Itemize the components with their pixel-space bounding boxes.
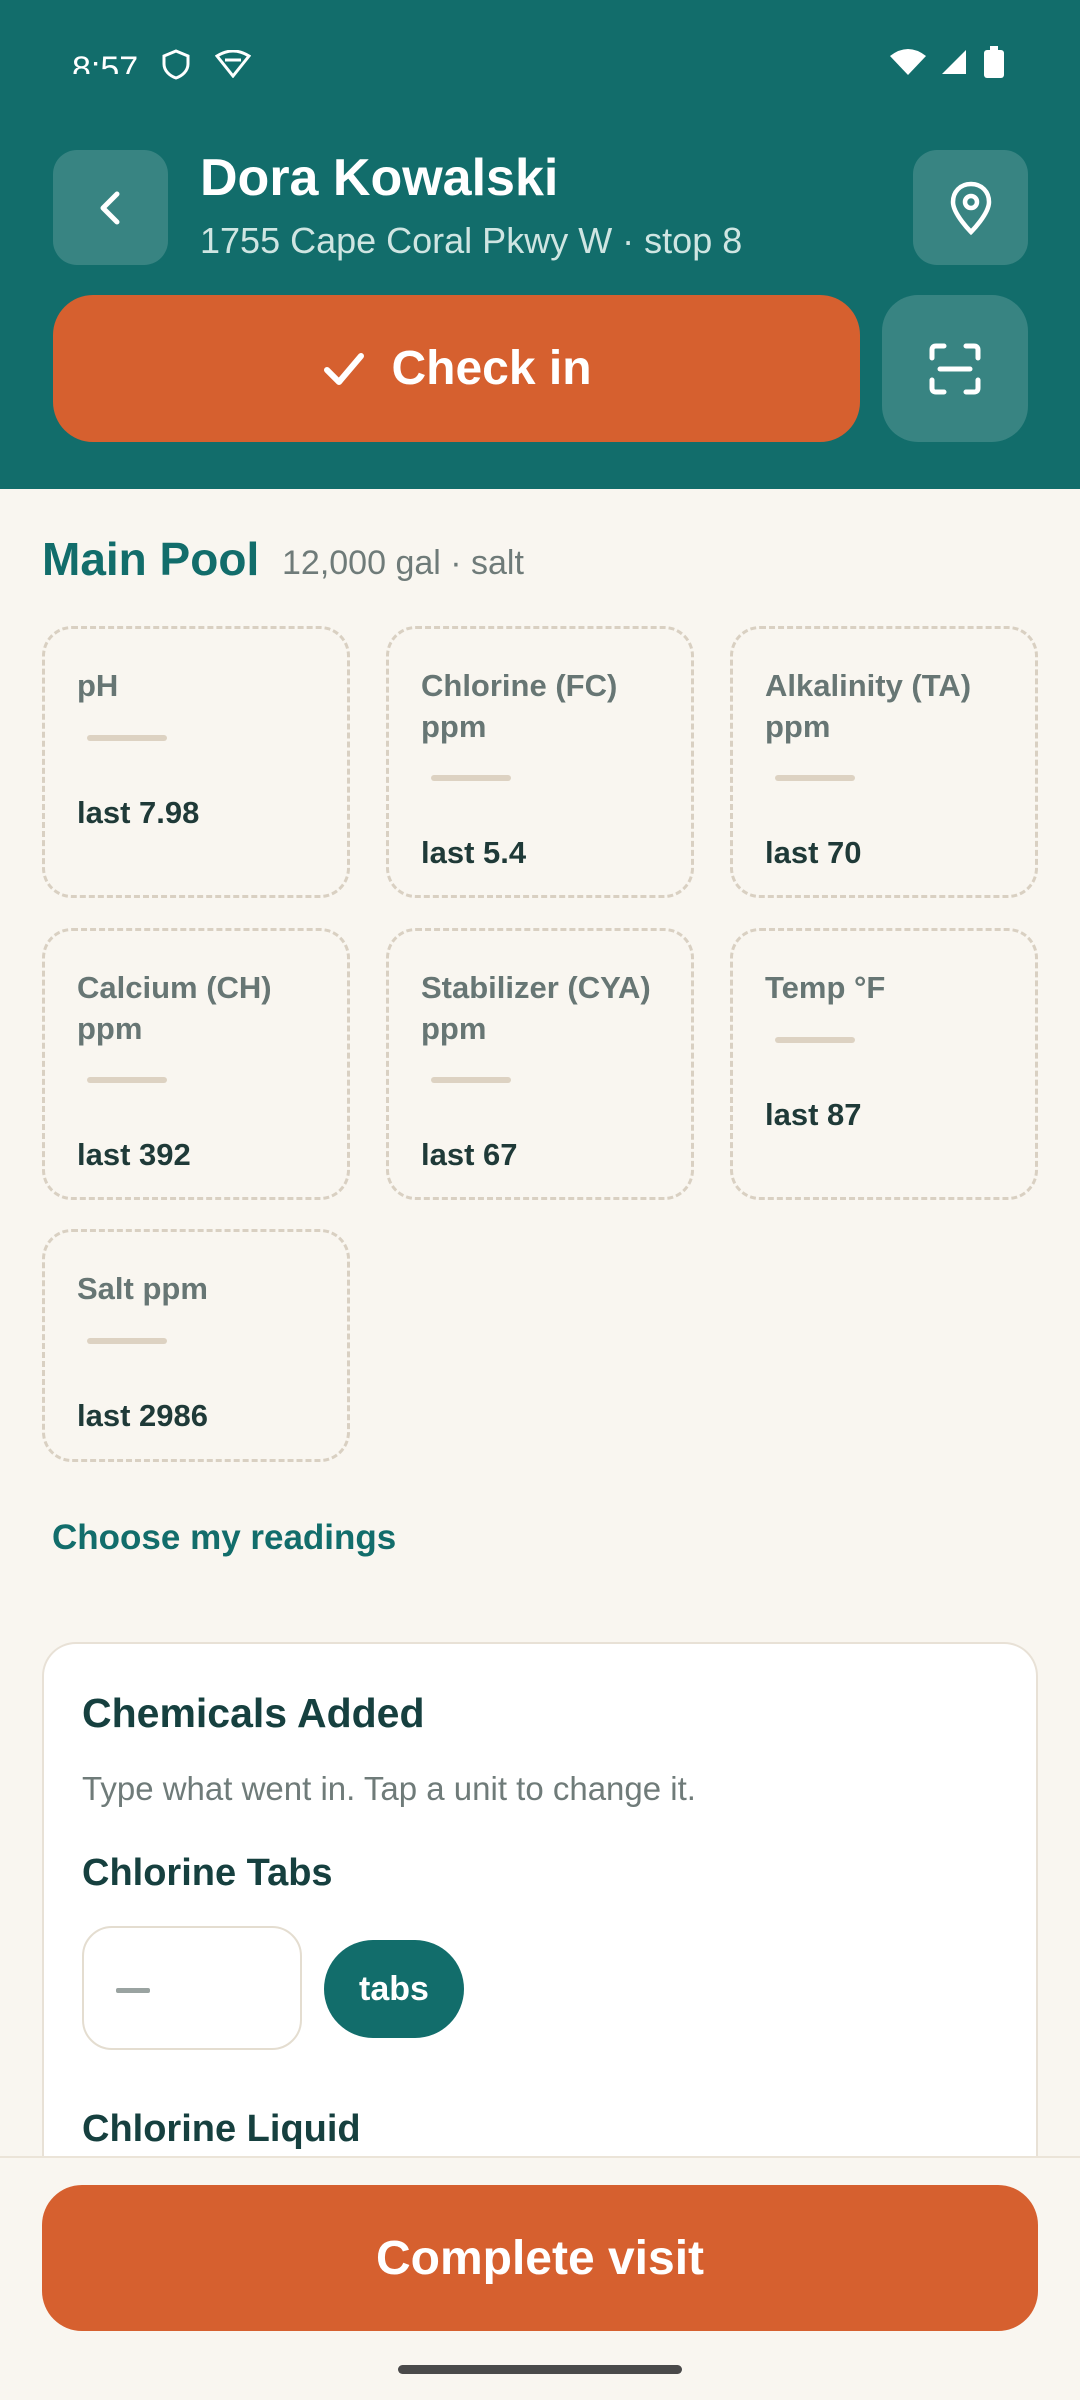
- wifi-icon: [890, 49, 926, 75]
- reading-last-value: last 67: [421, 1137, 518, 1172]
- check-in-label: Check in: [391, 342, 592, 395]
- reading-alkalinity[interactable]: Alkalinity (TA) ppm last 70: [730, 626, 1038, 898]
- reading-label: Salt ppm: [77, 1271, 208, 1306]
- reading-label: Chlorine (FC) ppm: [421, 668, 618, 744]
- reading-empty-value: [775, 1037, 855, 1043]
- checkmark-icon: [324, 352, 365, 385]
- reading-last-value: last 392: [77, 1137, 191, 1172]
- reading-label: pH: [77, 668, 119, 703]
- quantity-placeholder: [116, 1988, 150, 1993]
- reading-stabilizer[interactable]: Stabilizer (CYA) ppm last 67: [386, 928, 694, 1200]
- reading-label: Temp °F: [765, 970, 886, 1005]
- reading-last-value: last 5.4: [421, 835, 527, 870]
- signal-icon: [942, 50, 966, 74]
- home-indicator[interactable]: [398, 2365, 682, 2374]
- shield-status-icon: [162, 49, 190, 80]
- battery-icon: [984, 46, 1004, 78]
- reading-label: Stabilizer (CYA) ppm: [421, 970, 651, 1046]
- reading-empty-value: [431, 775, 511, 781]
- reading-label: Alkalinity (TA) ppm: [765, 668, 972, 744]
- reading-chlorine[interactable]: Chlorine (FC) ppm last 5.4: [386, 626, 694, 898]
- scan-icon: [929, 343, 981, 394]
- status-bar: 8:57: [0, 0, 1080, 130]
- back-button[interactable]: [53, 150, 168, 265]
- reading-calcium[interactable]: Calcium (CH) ppm last 392: [42, 928, 350, 1200]
- reading-empty-value: [775, 775, 855, 781]
- pool-meta: 12,000 gal · salt: [282, 544, 524, 582]
- unit-toggle-button[interactable]: tabs: [324, 1940, 464, 2038]
- reading-temp[interactable]: Temp °F last 87: [730, 928, 1038, 1200]
- reading-last-value: last 7.98: [77, 795, 200, 830]
- reading-salt[interactable]: Salt ppm last 2986: [42, 1229, 350, 1462]
- pool-name: Main Pool: [42, 533, 260, 585]
- scan-button[interactable]: [882, 295, 1028, 442]
- chlorine-tabs-quantity-input[interactable]: [82, 1926, 302, 2050]
- customer-name: Dora Kowalski: [200, 149, 559, 207]
- reading-empty-value: [87, 1338, 167, 1344]
- reading-empty-value: [87, 1077, 167, 1083]
- location-pin-icon: [950, 181, 991, 235]
- reading-ph[interactable]: pH last 7.98: [42, 626, 350, 898]
- reading-last-value: last 87: [765, 1097, 862, 1132]
- chevron-left-icon: [100, 191, 119, 224]
- vpn-status-icon: [215, 50, 251, 78]
- complete-visit-button[interactable]: Complete visit: [42, 2185, 1038, 2331]
- reading-last-value: last 2986: [77, 1398, 208, 1433]
- chemicals-title: Chemicals Added: [82, 1690, 425, 1736]
- check-in-button[interactable]: Check in: [53, 295, 860, 442]
- chemical-name: Chlorine Tabs: [82, 1852, 333, 1894]
- map-location-button[interactable]: [913, 150, 1028, 265]
- reading-empty-value: [431, 1077, 511, 1083]
- reading-empty-value: [87, 735, 167, 741]
- status-time: 8:57: [72, 50, 139, 74]
- chemicals-subtitle: Type what went in. Tap a unit to change …: [82, 1770, 696, 1807]
- reading-label: Calcium (CH) ppm: [77, 970, 272, 1046]
- choose-readings-link[interactable]: Choose my readings: [52, 1518, 396, 1558]
- header: 8:57 Dora Kowalski 1755 Cape Coral Pkwy …: [0, 0, 1080, 489]
- customer-address: 1755 Cape Coral Pkwy W · stop 8: [200, 220, 743, 261]
- reading-last-value: last 70: [765, 835, 862, 870]
- chemical-name: Chlorine Liquid: [82, 2108, 361, 2150]
